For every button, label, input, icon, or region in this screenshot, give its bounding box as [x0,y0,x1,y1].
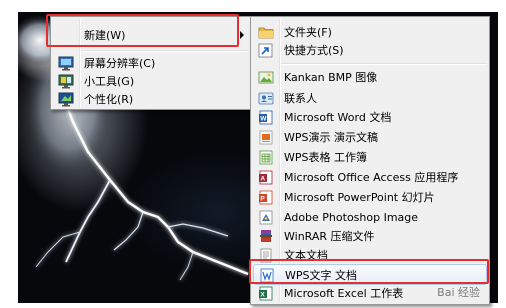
submenu-item-label: WPS表格 工作簿 [284,151,367,164]
submenu-item-label: Microsoft Excel 工作表 [284,287,404,300]
svg-text:X: X [260,292,265,299]
submenu-item-word-document[interactable]: W Microsoft Word 文档 [253,107,487,128]
submenu-item-label: 联系人 [284,92,317,105]
menu-item-personalize[interactable]: 个性化(R) [53,89,248,110]
submenu-item-label: Microsoft Office Access 应用程序 [284,171,459,184]
submenu-item-powerpoint[interactable]: P Microsoft PowerPoint 幻灯片 [253,187,487,208]
submenu-item-label: Microsoft Word 文档 [284,111,392,124]
submenu-item-shortcut[interactable]: 快捷方式(S) [253,40,487,61]
highlight-box-wps-writer [249,259,489,284]
winrar-archive-icon [258,229,274,244]
submenu-item-wps-presentation[interactable]: WPS演示 演示文稿 [253,127,487,148]
submenu-item-winrar-archive[interactable]: WinRAR 压缩文件 [253,226,487,247]
submenu-item-label: Microsoft PowerPoint 幻灯片 [284,191,435,204]
wps-spreadsheet-icon [258,150,274,165]
submenu-item-contact[interactable]: 联系人 [253,88,487,109]
highlight-box-new [46,14,239,47]
folder-icon [258,25,274,40]
excel-worksheet-icon: X [258,286,274,301]
bmp-image-icon [258,70,274,85]
submenu-item-photoshop-image[interactable]: Adobe Photoshop Image [253,207,487,228]
submenu-arrow-icon [240,31,244,39]
svg-text:P: P [260,196,265,203]
word-document-icon: W [258,110,274,125]
svg-text:A: A [260,176,265,183]
powerpoint-icon: P [258,190,274,205]
submenu-item-label: Kankan BMP 图像 [284,71,378,84]
photoshop-image-icon [258,210,274,225]
personalize-icon [58,92,74,107]
submenu-item-label: 快捷方式(S) [284,44,344,57]
svg-text:W: W [260,116,267,123]
watermark-text: Bai 经验 [437,286,480,299]
access-database-icon: A [258,170,274,185]
shortcut-icon [258,43,274,58]
submenu-item-label: Adobe Photoshop Image [284,211,419,224]
contact-icon [258,91,274,106]
gadgets-icon [58,74,74,89]
submenu-item-bmp-image[interactable]: Kankan BMP 图像 [253,67,487,88]
display-resolution-icon [58,56,74,71]
wps-presentation-icon [258,130,274,145]
submenu-item-wps-spreadsheet[interactable]: WPS表格 工作簿 [253,147,487,168]
submenu-item-access-database[interactable]: A Microsoft Office Access 应用程序 [253,167,487,188]
submenu-item-label: WPS演示 演示文稿 [284,131,378,144]
menu-item-label: 个性化(R) [84,93,134,106]
submenu-item-label: WinRAR 压缩文件 [284,230,375,243]
